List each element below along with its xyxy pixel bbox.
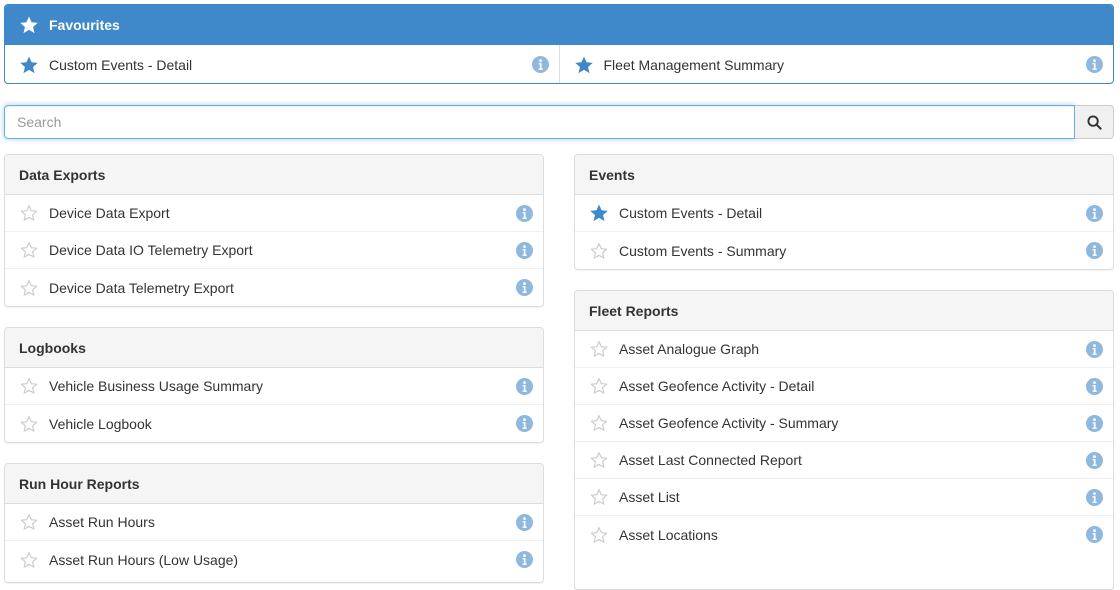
report-item[interactable]: Asset Geofence Activity - Detail [575,368,1113,405]
report-item[interactable]: Vehicle Business Usage Summary [5,368,543,405]
report-item-label[interactable]: Custom Events - Detail [619,205,1086,221]
report-item-label[interactable]: Asset Analogue Graph [619,341,1086,357]
report-item[interactable]: Asset Geofence Activity - Summary [575,405,1113,442]
report-item-label[interactable]: Custom Events - Summary [619,243,1086,259]
report-item-label[interactable]: Asset Run Hours (Low Usage) [49,552,516,568]
info-icon[interactable] [1086,415,1103,432]
star-outline-icon[interactable] [589,450,609,470]
favourite-label[interactable]: Fleet Management Summary [604,57,1087,73]
info-icon[interactable] [516,205,533,222]
report-item[interactable]: Asset Last Connected Report [575,442,1113,479]
favourites-panel: Favourites Custom Events - Detail Fleet … [4,4,1114,84]
info-icon[interactable] [1086,489,1103,506]
report-item[interactable]: Asset Analogue Graph [575,331,1113,368]
report-item[interactable]: Vehicle Logbook [5,405,543,442]
report-item[interactable]: Device Data Telemetry Export [5,269,543,306]
info-icon[interactable] [516,514,533,531]
report-item-label[interactable]: Asset List [619,489,1086,505]
search-icon [1086,114,1102,130]
report-item[interactable]: Asset Run Hours (Low Usage) [5,541,543,578]
star-outline-icon[interactable] [589,339,609,359]
report-item[interactable]: Asset List [575,479,1113,516]
info-icon[interactable] [516,551,533,568]
report-item[interactable]: Custom Events - Summary [575,232,1113,269]
star-outline-icon[interactable] [589,241,609,261]
panel-title: Data Exports [5,155,543,195]
report-item-label[interactable]: Device Data Telemetry Export [49,280,516,296]
search-input[interactable] [4,105,1075,139]
report-item-label[interactable]: Asset Geofence Activity - Summary [619,415,1086,431]
group-panel-data-exports: Data Exports Device Data Export Device Da… [4,154,544,307]
star-outline-icon[interactable] [19,512,39,532]
report-item-label[interactable]: Asset Geofence Activity - Detail [619,378,1086,394]
report-item-label[interactable]: Vehicle Logbook [49,416,516,432]
star-filled-icon[interactable] [589,203,609,223]
report-item[interactable]: Custom Events - Detail [575,195,1113,232]
report-item-label[interactable]: Device Data IO Telemetry Export [49,242,516,258]
info-icon[interactable] [1086,452,1103,469]
group-panel-events: Events Custom Events - Detail Custom Even… [574,154,1114,270]
info-icon[interactable] [1086,242,1103,259]
star-outline-icon[interactable] [589,525,609,545]
star-filled-icon[interactable] [574,55,594,75]
star-outline-icon[interactable] [19,240,39,260]
info-icon[interactable] [1086,378,1103,395]
info-icon[interactable] [516,279,533,296]
group-panel-logbooks: Logbooks Vehicle Business Usage Summary V… [4,327,544,443]
star-icon [19,15,39,35]
favourites-header: Favourites [5,5,1113,45]
star-outline-icon[interactable] [19,550,39,570]
report-item[interactable]: Asset Locations [575,516,1113,553]
star-outline-icon[interactable] [589,413,609,433]
report-item-label[interactable]: Device Data Export [49,205,516,221]
star-outline-icon[interactable] [19,376,39,396]
favourite-item[interactable]: Fleet Management Summary [558,45,1114,83]
panel-title: Run Hour Reports [5,464,543,504]
star-outline-icon[interactable] [19,203,39,223]
star-outline-icon[interactable] [589,376,609,396]
panel-title: Logbooks [5,328,543,368]
favourite-label[interactable]: Custom Events - Detail [49,57,532,73]
report-item[interactable]: Asset Run Hours [5,504,543,541]
group-panel-fleet-reports: Fleet Reports Asset Analogue Graph Asset … [574,290,1114,590]
group-panel-run-hour-reports: Run Hour Reports Asset Run Hours Asset Ru… [4,463,544,583]
info-icon[interactable] [1086,56,1103,73]
star-outline-icon[interactable] [19,278,39,298]
report-item-label[interactable]: Asset Last Connected Report [619,452,1086,468]
star-outline-icon[interactable] [589,487,609,507]
info-icon[interactable] [532,56,549,73]
info-icon[interactable] [1086,341,1103,358]
favourites-title: Favourites [49,17,120,33]
info-icon[interactable] [1086,205,1103,222]
search-button[interactable] [1075,105,1114,139]
report-item-label[interactable]: Asset Run Hours [49,514,516,530]
report-item[interactable]: Device Data Export [5,195,543,232]
info-icon[interactable] [516,242,533,259]
favourite-item[interactable]: Custom Events - Detail [5,45,559,84]
panel-title: Fleet Reports [575,291,1113,331]
report-item-label[interactable]: Vehicle Business Usage Summary [49,378,516,394]
report-item[interactable]: Device Data IO Telemetry Export [5,232,543,269]
panel-title: Events [575,155,1113,195]
info-icon[interactable] [516,415,533,432]
search-bar [4,105,1114,139]
favourites-row: Custom Events - Detail Fleet Management … [5,45,1114,84]
report-item-label[interactable]: Asset Locations [619,527,1086,543]
info-icon[interactable] [1086,526,1103,543]
star-outline-icon[interactable] [19,414,39,434]
star-filled-icon[interactable] [19,55,39,75]
info-icon[interactable] [516,378,533,395]
